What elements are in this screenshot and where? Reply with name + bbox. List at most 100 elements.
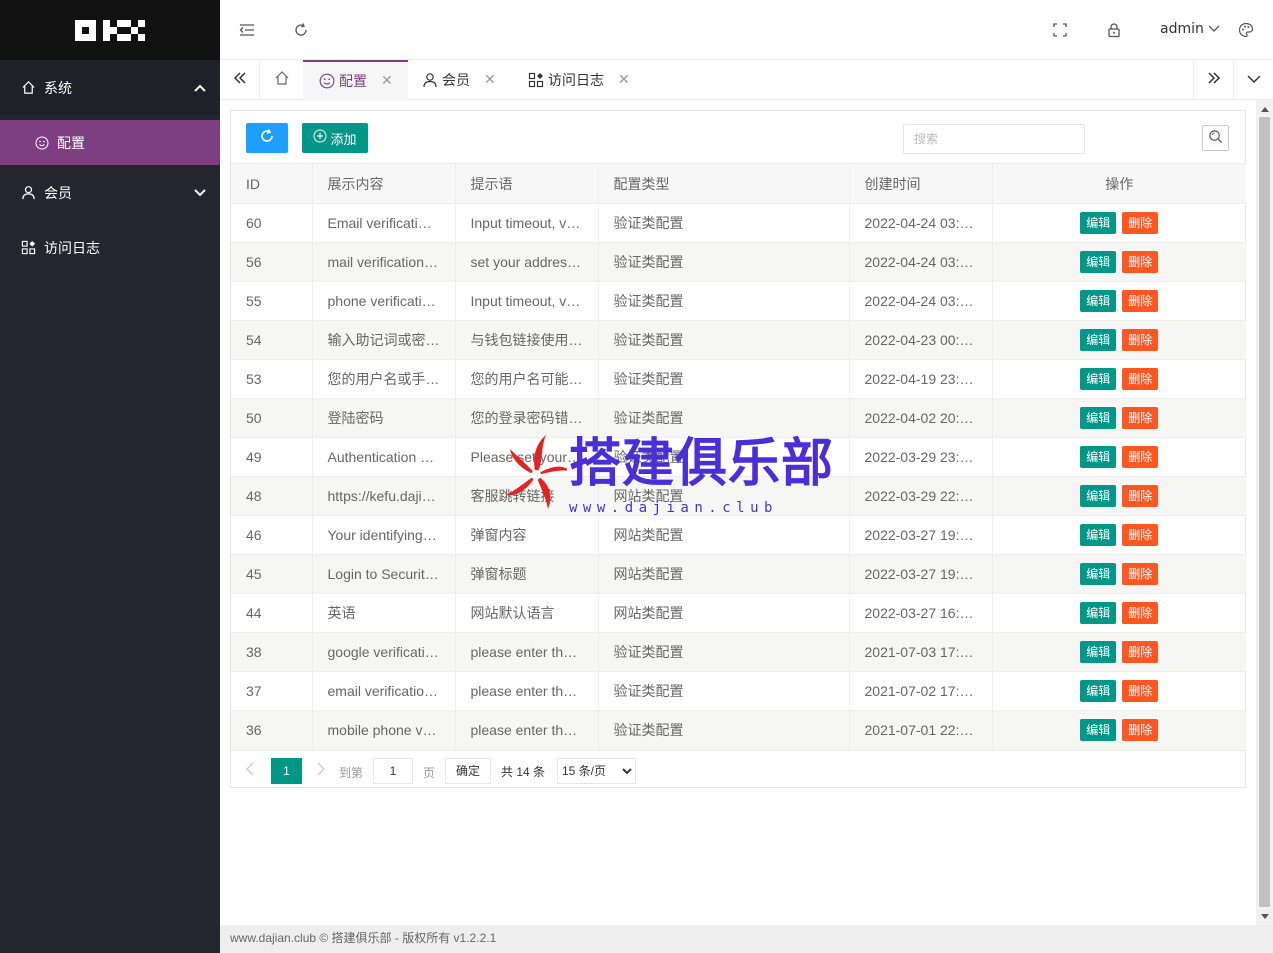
table-header-row: ID 展示内容 提示语 配置类型 创建时间 操作 — [231, 163, 1246, 204]
add-button[interactable]: 添加 — [302, 123, 368, 153]
sidebar-item-system[interactable]: 系统 — [0, 60, 220, 115]
cell-content: 输入助记词或密… — [312, 320, 456, 360]
delete-button[interactable]: 删除 — [1122, 602, 1159, 624]
tab-access-log[interactable]: 访问日志 ✕ — [512, 60, 642, 100]
pagination-prev[interactable] — [243, 761, 259, 777]
edit-button[interactable]: 编辑 — [1080, 407, 1117, 429]
edit-button[interactable]: 编辑 — [1080, 329, 1117, 351]
tab-label: 配置 — [339, 74, 367, 90]
search-input[interactable] — [903, 124, 1085, 154]
cell-content: mobile phone v… — [312, 710, 456, 750]
cell-content: Email verificati… — [312, 203, 456, 243]
delete-button[interactable]: 删除 — [1122, 446, 1159, 468]
sidebar-item-member[interactable]: 会员 — [0, 165, 220, 220]
table-row[interactable]: 38 google verificati… please enter th… 验证类配… — [231, 632, 1246, 672]
tab-bar: 配置 ✕ 会员 ✕ 访问日志 ✕ — [220, 60, 1273, 100]
pagination-next[interactable] — [312, 761, 328, 777]
user-menu[interactable]: admin — [1160, 21, 1220, 37]
cell-content: phone verificati… — [312, 281, 456, 321]
column-header-actions: 操作 — [992, 163, 1246, 204]
delete-button[interactable]: 删除 — [1122, 641, 1159, 663]
tab-actions-dropdown[interactable] — [1233, 60, 1273, 100]
delete-button[interactable]: 删除 — [1122, 719, 1159, 742]
delete-button[interactable]: 删除 — [1122, 407, 1159, 429]
edit-button[interactable]: 编辑 — [1080, 641, 1117, 663]
table-row[interactable]: 60 Email verificati… Input timeout, v… 验证类配… — [231, 203, 1246, 243]
refresh-button[interactable] — [246, 123, 288, 153]
tab-scroll-left[interactable] — [220, 60, 260, 100]
pagination-current-page[interactable]: 1 — [271, 757, 302, 784]
cell-id: 38 — [231, 632, 313, 672]
tab-member[interactable]: 会员 ✕ — [408, 60, 512, 100]
delete-button[interactable]: 删除 — [1122, 212, 1159, 234]
table-row[interactable]: 45 Login to Securit… 弹窗标题 网站类配置 2022-03-27 1… — [231, 554, 1246, 594]
edit-button[interactable]: 编辑 — [1080, 563, 1117, 585]
cell-hint: please enter th… — [455, 632, 599, 672]
cell-created: 2022-04-24 03:… — [849, 281, 993, 321]
tab-home[interactable] — [260, 60, 303, 100]
table-row[interactable]: 44 英语 网站默认语言 网站类配置 2022-03-27 16:… 编辑 删除 — [231, 593, 1246, 633]
column-header-type[interactable]: 配置类型 — [598, 163, 850, 204]
column-header-id[interactable]: ID — [231, 163, 313, 204]
menu-fold-icon[interactable] — [239, 22, 255, 38]
table-row[interactable]: 54 输入助记词或密… 与钱包链接使用… 验证类配置 2022-04-23 00:… 编辑… — [231, 320, 1246, 360]
edit-button[interactable]: 编辑 — [1080, 212, 1117, 234]
delete-button[interactable]: 删除 — [1122, 251, 1159, 273]
table-row[interactable]: 56 mail verification… set your addres… 验证类配… — [231, 242, 1246, 282]
delete-button[interactable]: 删除 — [1122, 485, 1159, 507]
scroll-down-arrow-icon[interactable] — [1256, 908, 1273, 925]
footer-copyright: www.dajian.club © 搭建俱乐部 - 版权所有 v1.2.2.1 — [230, 931, 497, 945]
close-icon[interactable]: ✕ — [381, 73, 393, 89]
sidebar-item-label: 访问日志 — [44, 240, 100, 257]
delete-button[interactable]: 删除 — [1122, 329, 1159, 351]
cell-content: 英语 — [312, 593, 456, 633]
fullscreen-icon[interactable] — [1052, 22, 1068, 38]
cell-created: 2022-04-02 20:… — [849, 398, 993, 438]
edit-button[interactable]: 编辑 — [1080, 446, 1117, 468]
cell-type: 网站类配置 — [598, 554, 850, 594]
edit-button[interactable]: 编辑 — [1080, 290, 1117, 312]
table-row[interactable]: 36 mobile phone v… please enter th… 验证类配置 20… — [231, 710, 1246, 750]
cell-created: 2022-04-24 03:… — [849, 242, 993, 282]
pagination-confirm-button[interactable]: 确定 — [445, 757, 491, 784]
refresh-icon[interactable] — [293, 22, 309, 38]
delete-button[interactable]: 删除 — [1122, 290, 1159, 312]
edit-button[interactable]: 编辑 — [1080, 251, 1117, 273]
edit-button[interactable]: 编辑 — [1080, 485, 1117, 507]
cell-actions: 编辑 删除 — [992, 593, 1246, 633]
search-button[interactable] — [1202, 125, 1229, 151]
sidebar-item-access-log[interactable]: 访问日志 — [0, 220, 220, 275]
cell-actions: 编辑 删除 — [992, 632, 1246, 672]
scroll-up-arrow-icon[interactable] — [1256, 100, 1273, 117]
edit-button[interactable]: 编辑 — [1080, 680, 1117, 702]
edit-button[interactable]: 编辑 — [1080, 368, 1117, 390]
theme-palette-icon[interactable] — [1238, 22, 1254, 38]
close-icon[interactable]: ✕ — [484, 72, 496, 88]
column-header-content[interactable]: 展示内容 — [312, 163, 456, 204]
okx-logo[interactable] — [75, 19, 145, 41]
page-scrollbar[interactable] — [1256, 100, 1273, 925]
tab-config[interactable]: 配置 ✕ — [303, 60, 408, 100]
topbar: admin — [220, 0, 1273, 60]
pagination-goto-input[interactable] — [373, 757, 413, 784]
scroll-thumb[interactable] — [1259, 117, 1270, 907]
cell-actions: 编辑 删除 — [992, 437, 1246, 477]
lock-icon[interactable] — [1106, 22, 1122, 38]
table-row[interactable]: 37 email verificatio… please enter th… 验证类配… — [231, 671, 1246, 711]
close-icon[interactable]: ✕ — [618, 72, 630, 88]
table-row[interactable]: 53 您的用户名或手… 您的用户名可能… 验证类配置 2022-04-19 23:… 编辑… — [231, 359, 1246, 399]
delete-button[interactable]: 删除 — [1122, 680, 1159, 702]
delete-button[interactable]: 删除 — [1122, 368, 1159, 390]
edit-button[interactable]: 编辑 — [1080, 602, 1117, 624]
table-row[interactable]: 55 phone verificati… Input timeout, v… 验证类配… — [231, 281, 1246, 321]
pagination-page-size-select[interactable]: 15 条/页 — [557, 757, 636, 784]
sidebar-item-config[interactable]: 配置 — [0, 120, 220, 165]
edit-button[interactable]: 编辑 — [1080, 719, 1117, 742]
delete-button[interactable]: 删除 — [1122, 524, 1159, 546]
column-header-hint[interactable]: 提示语 — [455, 163, 599, 204]
column-header-created[interactable]: 创建时间 — [849, 163, 993, 204]
delete-button[interactable]: 删除 — [1122, 563, 1159, 585]
edit-button[interactable]: 编辑 — [1080, 524, 1117, 546]
tab-scroll-right[interactable] — [1193, 60, 1233, 100]
table-row[interactable]: 46 Your identifying… 弹窗内容 网站类配置 2022-03-27 1… — [231, 515, 1246, 555]
